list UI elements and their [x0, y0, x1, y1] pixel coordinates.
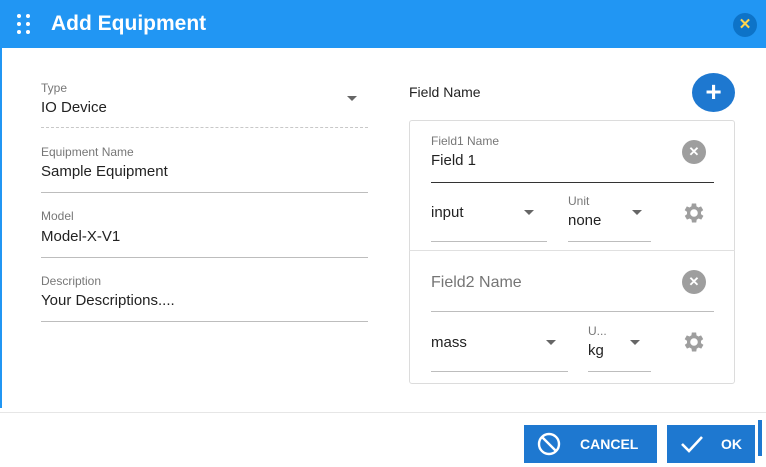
- description-underline: [41, 321, 368, 322]
- dialog-header: Add Equipment ✕: [0, 0, 766, 48]
- fields-divider: [409, 250, 735, 251]
- cancel-label: CANCEL: [580, 436, 639, 452]
- scroll-edge: [758, 420, 762, 456]
- field1-type-select[interactable]: input: [431, 204, 464, 221]
- field2-unit-underline: [588, 371, 651, 372]
- dialog-title: Add Equipment: [51, 12, 207, 35]
- field-name-header: Field Name: [409, 84, 481, 100]
- field2-unit-label: U...: [588, 324, 607, 338]
- type-label: Type: [41, 81, 68, 95]
- field1-unit-label: Unit: [568, 194, 590, 208]
- add-field-button[interactable]: +: [692, 73, 735, 112]
- gear-icon[interactable]: [681, 329, 707, 355]
- cancel-button[interactable]: CANCEL: [524, 425, 657, 463]
- dialog-left-border: [0, 48, 2, 408]
- model-underline: [41, 257, 368, 258]
- gear-icon[interactable]: [681, 200, 707, 226]
- type-select-value[interactable]: IO Device: [41, 99, 107, 116]
- clear-icon[interactable]: ✕: [682, 140, 706, 164]
- clear-icon[interactable]: ✕: [682, 270, 706, 294]
- field1-type-underline: [431, 241, 547, 242]
- chevron-down-icon[interactable]: [546, 340, 556, 345]
- chevron-down-icon[interactable]: [632, 210, 642, 215]
- type-underline: [41, 127, 368, 128]
- chevron-down-icon[interactable]: [347, 96, 357, 101]
- description-label: Description: [41, 274, 102, 288]
- model-input[interactable]: Model-X-V1: [41, 228, 120, 245]
- model-label: Model: [41, 209, 74, 223]
- close-icon[interactable]: ✕: [733, 13, 757, 37]
- field2-type-underline: [431, 371, 568, 372]
- field1-unit-underline: [568, 241, 651, 242]
- field2-unit-select[interactable]: kg: [588, 342, 604, 359]
- footer-divider: [0, 412, 766, 413]
- field2-name-underline: [431, 311, 714, 312]
- field2-name-input[interactable]: Field2 Name: [431, 274, 522, 292]
- description-input[interactable]: Your Descriptions....: [41, 292, 175, 309]
- field1-name-underline: [431, 182, 714, 183]
- chevron-down-icon[interactable]: [524, 210, 534, 215]
- field1-name-label: Field1 Name: [431, 134, 500, 148]
- field2-type-select[interactable]: mass: [431, 334, 467, 351]
- chevron-down-icon[interactable]: [630, 340, 640, 345]
- cancel-icon: [537, 432, 561, 456]
- ok-button[interactable]: OK: [667, 425, 755, 463]
- field1-name-input[interactable]: Field 1: [431, 152, 476, 169]
- equipment-name-label: Equipment Name: [41, 145, 134, 159]
- field1-unit-select[interactable]: none: [568, 212, 601, 229]
- drag-handle-icon[interactable]: [17, 14, 31, 34]
- ok-label: OK: [721, 436, 742, 452]
- check-icon: [681, 436, 703, 453]
- equipment-name-underline: [41, 192, 368, 193]
- equipment-name-input[interactable]: Sample Equipment: [41, 163, 168, 180]
